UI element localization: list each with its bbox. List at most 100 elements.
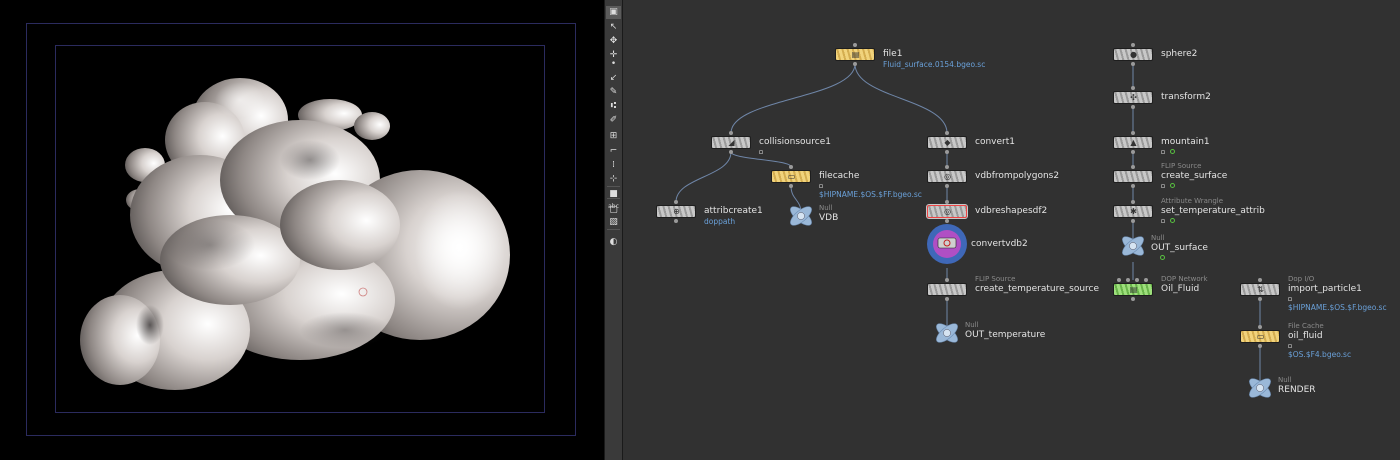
mountain-icon: ▲ [1130, 138, 1137, 147]
edge-icon[interactable]: ↙ [606, 72, 621, 85]
display-flag-icon[interactable] [1170, 218, 1175, 223]
node-body[interactable]: ▤ [1113, 283, 1153, 296]
snap-icon[interactable]: ⁞ [606, 159, 621, 172]
node-body[interactable]: ▭ [1240, 330, 1280, 343]
node-type-label: Null [1278, 376, 1292, 384]
input-port[interactable] [1258, 325, 1262, 329]
node-body[interactable]: ▤ [835, 48, 875, 61]
select-tool-icon[interactable]: ▣ [606, 6, 621, 19]
display-flag-icon[interactable] [1160, 255, 1165, 260]
node-body[interactable]: ● [1113, 48, 1153, 61]
wire[interactable] [730, 151, 792, 168]
wire[interactable] [675, 151, 732, 203]
output-port[interactable] [1131, 297, 1135, 301]
input-port[interactable] [1144, 278, 1148, 282]
output-port[interactable] [1131, 219, 1135, 223]
input-port[interactable] [945, 200, 949, 204]
output-port[interactable] [1258, 344, 1262, 348]
node-body[interactable]: ✣ [1113, 91, 1153, 104]
output-port[interactable] [1131, 62, 1135, 66]
input-port[interactable] [1117, 278, 1121, 282]
node-name: create_surface [1161, 171, 1228, 181]
node-body[interactable] [927, 283, 967, 296]
input-port[interactable] [789, 165, 793, 169]
node-body[interactable]: ⇅ [1240, 283, 1280, 296]
lock-icon[interactable] [1161, 150, 1165, 154]
node-network-editor[interactable]: ▤ file1 Fluid_surface.0154.bgeo.sc ◢ collisi… [623, 0, 1400, 460]
output-port[interactable] [1131, 150, 1135, 154]
node-name: oil_fluid [1288, 331, 1323, 341]
display-flag-icon[interactable] [1170, 183, 1175, 188]
input-port[interactable] [945, 165, 949, 169]
input-port[interactable] [1131, 200, 1135, 204]
display-flag-icon[interactable] [1170, 149, 1175, 154]
output-port[interactable] [674, 219, 678, 223]
node-body[interactable]: ◆ [927, 136, 967, 149]
lock-icon[interactable] [819, 184, 823, 188]
output-port[interactable] [1258, 297, 1262, 301]
output-port[interactable] [729, 150, 733, 154]
input-port[interactable] [1135, 278, 1139, 282]
input-port[interactable] [945, 131, 949, 135]
output-port[interactable] [945, 184, 949, 188]
text-tool-icon[interactable]: abc [606, 200, 621, 213]
image-icon[interactable]: ▧ [606, 216, 621, 229]
input-port[interactable] [1131, 43, 1135, 47]
null-node-icon [936, 323, 958, 343]
node-body[interactable]: ◎ [926, 204, 968, 219]
node-parameter-text: $HIPNAME.$OS.$F.bgeo.sc [1288, 303, 1387, 312]
node-body[interactable] [1113, 170, 1153, 183]
node-type-label: Null [965, 321, 979, 329]
node-name: OUT_surface [1151, 243, 1208, 253]
input-port[interactable] [945, 278, 949, 282]
node-parameter-text: $OS.$F4.bgeo.sc [1288, 350, 1352, 359]
pencil-icon[interactable]: ✎ [606, 86, 621, 99]
output-port[interactable] [945, 150, 949, 154]
node-body[interactable]: ⊕ [656, 205, 696, 218]
lock-icon[interactable] [1161, 184, 1165, 188]
node-body[interactable]: ◎ [927, 170, 967, 183]
input-port[interactable] [1131, 86, 1135, 90]
input-port[interactable] [1126, 278, 1130, 282]
node-body[interactable]: ▭ [771, 170, 811, 183]
input-port[interactable] [674, 200, 678, 204]
node-name: attribcreate1 [704, 206, 763, 216]
node-body[interactable]: ▲ [1113, 136, 1153, 149]
grid-icon[interactable]: ⊞ [606, 130, 621, 143]
input-port[interactable] [1131, 165, 1135, 169]
scene-viewport[interactable] [0, 0, 604, 460]
input-port[interactable] [729, 131, 733, 135]
move-icon[interactable]: ⊹ [606, 173, 621, 186]
pose-tool-icon[interactable]: ↖ [606, 21, 621, 34]
node-body[interactable]: ◢ [711, 136, 751, 149]
paint-icon[interactable]: ✐ [606, 114, 621, 127]
node-type-label: FLIP Source [1161, 162, 1202, 170]
node-name: vdbfrompolygons2 [975, 171, 1060, 181]
node-type-label: Null [1151, 234, 1165, 242]
node-name: file1 [883, 49, 903, 59]
wire[interactable] [854, 63, 948, 134]
output-port[interactable] [1131, 105, 1135, 109]
convert-icon: ◆ [944, 138, 951, 147]
output-port[interactable] [853, 62, 857, 66]
wire[interactable] [730, 63, 856, 134]
lock-icon[interactable] [1161, 219, 1165, 223]
group-icon[interactable]: ⑆ [606, 100, 621, 113]
output-port[interactable] [1131, 184, 1135, 188]
ruler-icon[interactable]: ⌐ [606, 145, 621, 158]
input-port[interactable] [853, 43, 857, 47]
camera-lock-icon[interactable]: ◐ [606, 236, 621, 249]
output-port[interactable] [945, 297, 949, 301]
point-icon[interactable]: • [606, 58, 621, 71]
input-port[interactable] [1131, 131, 1135, 135]
lock-icon[interactable] [1288, 297, 1292, 301]
lock-icon[interactable] [1288, 344, 1292, 348]
view-tool-icon[interactable]: ✥ [606, 35, 621, 48]
output-port[interactable] [789, 184, 793, 188]
node-name: filecache [819, 171, 860, 181]
node-name: import_particle1 [1288, 284, 1362, 294]
node-body[interactable]: ✱ [1113, 205, 1153, 218]
input-port[interactable] [1258, 278, 1262, 282]
lock-icon[interactable] [759, 150, 763, 154]
dopio-icon: ⇅ [1257, 285, 1264, 294]
